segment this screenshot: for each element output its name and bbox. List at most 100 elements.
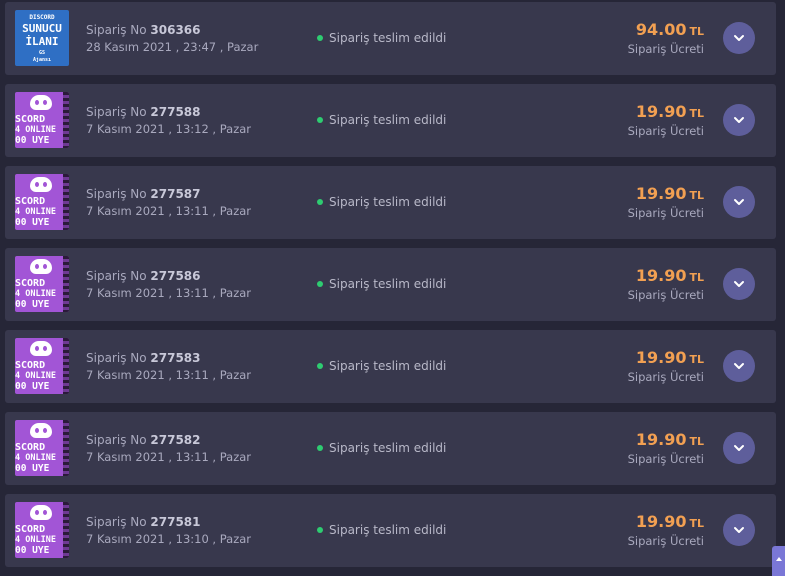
product-thumbnail: SCORD 4 ONLINE 00 ÜYE [15, 338, 69, 394]
thumbnail-text: Ajansı [32, 57, 52, 63]
discord-logo-icon [30, 259, 52, 274]
chevron-down-icon [734, 117, 744, 123]
thumbnail-text: 4 ONLINE [15, 207, 56, 217]
order-price: 94.00 TL Sipariş Ücreti [628, 20, 704, 57]
order-number: 277588 [150, 105, 201, 119]
thumbnail-text: 4 ONLINE [15, 289, 56, 299]
price-label: Sipariş Ücreti [627, 206, 704, 220]
thumbnail-text: SCORD [15, 278, 46, 289]
order-number-line: Sipariş No 277583 [86, 351, 251, 366]
product-thumbnail: DISCORD SUNUCU İLANI GS Ajansı [15, 10, 69, 66]
order-status: Sipariş teslim edildi [317, 523, 446, 538]
order-status: Sipariş teslim edildi [317, 441, 446, 456]
order-card: SCORD 4 ONLINE 00 ÜYE Sipariş No 277586 … [5, 248, 776, 321]
order-card: SCORD 4 ONLINE 00 ÜYE Sipariş No 277583 … [5, 330, 776, 403]
order-card: SCORD 4 ONLINE 00 ÜYE Sipariş No 277588 … [5, 84, 776, 157]
price-currency: TL [689, 517, 704, 530]
chevron-down-icon [734, 35, 744, 41]
expand-order-button[interactable] [723, 104, 755, 136]
expand-order-button[interactable] [723, 432, 755, 464]
status-dot-icon [317, 199, 323, 205]
expand-order-button[interactable] [723, 514, 755, 546]
order-date: 7 Kasım 2021 , 13:11 , Pazar [86, 204, 252, 218]
order-price: 19.90 TL Sipariş Ücreti [628, 348, 704, 385]
order-date: 7 Kasım 2021 , 13:11 , Pazar [86, 368, 252, 382]
order-number-label: Sipariş No [86, 23, 147, 37]
status-dot-icon [317, 527, 323, 533]
thumbnail-strip [63, 92, 69, 148]
price-currency: TL [689, 353, 704, 366]
order-number-label: Sipariş No [86, 187, 147, 201]
thumbnail-text: 00 ÜYE [15, 463, 50, 474]
order-price: 19.90 TL Sipariş Ücreti [628, 184, 704, 221]
order-card: DISCORD SUNUCU İLANI GS Ajansı Sipariş N… [5, 2, 776, 75]
price-label: Sipariş Ücreti [627, 452, 704, 466]
order-number: 277587 [150, 187, 201, 201]
expand-order-button[interactable] [723, 186, 755, 218]
expand-order-button[interactable] [723, 268, 755, 300]
order-number: 306366 [150, 23, 201, 37]
order-status: Sipariş teslim edildi [317, 113, 446, 128]
product-thumbnail: SCORD 4 ONLINE 00 ÜYE [15, 256, 69, 312]
status-dot-icon [317, 363, 323, 369]
price-amount: 19.90 [635, 430, 687, 449]
expand-order-button[interactable] [723, 350, 755, 382]
thumbnail-text: SCORD [15, 360, 46, 371]
price-amount: 19.90 [635, 184, 687, 203]
discord-logo-icon [30, 177, 52, 192]
price-label: Sipariş Ücreti [627, 534, 704, 548]
order-date: 7 Kasım 2021 , 13:11 , Pazar [86, 450, 252, 464]
thumbnail-text: SCORD [15, 114, 46, 125]
order-meta: Sipariş No 277582 7 Kasım 2021 , 13:11 ,… [86, 433, 251, 465]
order-number-line: Sipariş No 277587 [86, 187, 251, 202]
price-label: Sipariş Ücreti [627, 42, 704, 56]
thumbnail-text: DISCORD [29, 14, 55, 21]
order-number-line: Sipariş No 277582 [86, 433, 251, 448]
order-status-text: Sipariş teslim edildi [329, 359, 447, 373]
order-card: SCORD 4 ONLINE 00 ÜYE Sipariş No 277587 … [5, 166, 776, 239]
order-status-text: Sipariş teslim edildi [329, 277, 447, 291]
price-currency: TL [689, 271, 704, 284]
chevron-down-icon [734, 445, 744, 451]
product-thumbnail: SCORD 4 ONLINE 00 ÜYE [15, 502, 69, 558]
order-status-text: Sipariş teslim edildi [329, 113, 447, 127]
order-meta: Sipariş No 277583 7 Kasım 2021 , 13:11 ,… [86, 351, 251, 383]
order-number-label: Sipariş No [86, 515, 147, 529]
order-number-line: Sipariş No 306366 [86, 23, 258, 38]
thumbnail-text: 4 ONLINE [15, 453, 56, 463]
status-dot-icon [317, 35, 323, 41]
scroll-to-top-button[interactable] [772, 546, 785, 576]
order-status-text: Sipariş teslim edildi [329, 441, 447, 455]
chevron-up-icon [776, 557, 782, 561]
discord-logo-icon [30, 341, 52, 356]
discord-logo-icon [30, 505, 52, 520]
price-currency: TL [689, 107, 704, 120]
order-meta: Sipariş No 277587 7 Kasım 2021 , 13:11 ,… [86, 187, 251, 219]
price-currency: TL [689, 189, 704, 202]
price-amount: 94.00 [635, 20, 687, 39]
thumbnail-text: GS [38, 50, 46, 56]
thumbnail-text: 00 ÜYE [15, 299, 50, 310]
order-number: 277582 [150, 433, 201, 447]
price-currency: TL [689, 25, 704, 38]
order-number: 277583 [150, 351, 201, 365]
chevron-down-icon [734, 199, 744, 205]
thumbnail-text: 4 ONLINE [15, 535, 56, 545]
order-price: 19.90 TL Sipariş Ücreti [628, 430, 704, 467]
chevron-down-icon [734, 363, 744, 369]
thumbnail-text: 4 ONLINE [15, 125, 56, 135]
order-status: Sipariş teslim edildi [317, 277, 446, 292]
expand-order-button[interactable] [723, 22, 755, 54]
order-status-text: Sipariş teslim edildi [329, 31, 447, 45]
order-number-line: Sipariş No 277586 [86, 269, 251, 284]
order-status-text: Sipariş teslim edildi [329, 523, 447, 537]
price-label: Sipariş Ücreti [627, 288, 704, 302]
price-label: Sipariş Ücreti [627, 370, 704, 384]
thumbnail-strip [63, 502, 69, 558]
thumbnail-text: SCORD [15, 196, 46, 207]
discord-logo-icon [30, 423, 52, 438]
order-status: Sipariş teslim edildi [317, 31, 446, 46]
order-number: 277586 [150, 269, 201, 283]
thumbnail-strip [63, 256, 69, 312]
order-meta: Sipariş No 277588 7 Kasım 2021 , 13:12 ,… [86, 105, 251, 137]
